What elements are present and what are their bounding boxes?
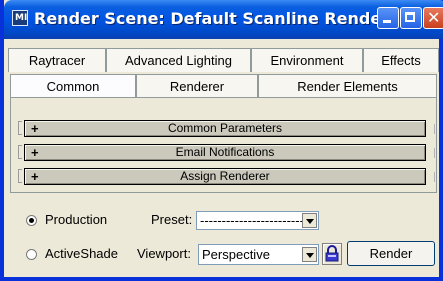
production-label: Production bbox=[45, 212, 108, 227]
window-title: Render Scene: Default Scanline Rende... bbox=[34, 9, 400, 28]
radio-selected-dot bbox=[29, 218, 34, 223]
rollout-bracket bbox=[18, 169, 22, 183]
minimize-button[interactable] bbox=[377, 7, 399, 29]
expand-plus-icon: + bbox=[31, 121, 39, 136]
rollout-bracket bbox=[432, 172, 435, 182]
chevron-down-icon[interactable] bbox=[302, 247, 317, 262]
tab-common[interactable]: Common bbox=[10, 74, 136, 99]
preset-value: ------------------------ bbox=[200, 213, 304, 228]
lock-icon bbox=[325, 245, 339, 262]
tab-environment[interactable]: Environment bbox=[251, 48, 363, 72]
tab-advanced-lighting[interactable]: Advanced Lighting bbox=[106, 48, 251, 72]
tab-render-elements[interactable]: Render Elements bbox=[258, 74, 437, 98]
rollout-email-notifications: + Email Notifications bbox=[12, 143, 437, 162]
activeshade-radio[interactable] bbox=[26, 249, 37, 260]
rollout-label: Assign Renderer bbox=[180, 169, 270, 183]
lock-viewport-button[interactable] bbox=[322, 243, 342, 265]
rollout-assign-renderer: + Assign Renderer bbox=[12, 167, 437, 186]
rollout-header[interactable]: + Assign Renderer bbox=[24, 168, 426, 185]
viewport-dropdown[interactable]: Perspective bbox=[198, 244, 319, 265]
production-radio[interactable] bbox=[26, 215, 37, 226]
render-button[interactable]: Render bbox=[347, 241, 435, 266]
rollout-bracket bbox=[432, 124, 435, 134]
viewport-value: Perspective bbox=[202, 247, 270, 262]
close-icon: ✕ bbox=[427, 8, 441, 27]
activeshade-label: ActiveShade bbox=[45, 246, 118, 261]
close-button[interactable]: ✕ bbox=[423, 7, 443, 29]
tab-renderer[interactable]: Renderer bbox=[136, 74, 258, 98]
rollout-header[interactable]: + Common Parameters bbox=[24, 120, 426, 137]
render-scene-window: MI Render Scene: Default Scanline Rende.… bbox=[0, 0, 443, 281]
expand-plus-icon: + bbox=[31, 145, 39, 160]
expand-plus-icon: + bbox=[31, 169, 39, 184]
app-icon[interactable]: MI bbox=[12, 10, 28, 26]
chevron-down-icon[interactable] bbox=[302, 213, 317, 228]
maximize-icon bbox=[405, 12, 415, 22]
rollout-label: Email Notifications bbox=[175, 145, 275, 159]
rollout-bracket bbox=[18, 145, 22, 159]
minimize-icon bbox=[383, 20, 391, 23]
rollout-bracket bbox=[432, 148, 435, 158]
rollout-label: Common Parameters bbox=[167, 121, 283, 135]
rollout-common-parameters: + Common Parameters bbox=[12, 119, 437, 138]
title-bar[interactable]: MI Render Scene: Default Scanline Rende.… bbox=[4, 0, 443, 39]
tab-raytracer[interactable]: Raytracer bbox=[8, 48, 106, 72]
rollout-bracket bbox=[18, 121, 22, 135]
preset-label: Preset: bbox=[151, 212, 193, 227]
preset-dropdown[interactable]: ------------------------ bbox=[196, 211, 319, 230]
rollout-header[interactable]: + Email Notifications bbox=[24, 144, 426, 161]
viewport-label: Viewport: bbox=[137, 246, 191, 261]
tab-effects[interactable]: Effects bbox=[363, 48, 439, 72]
maximize-button[interactable] bbox=[400, 7, 422, 29]
